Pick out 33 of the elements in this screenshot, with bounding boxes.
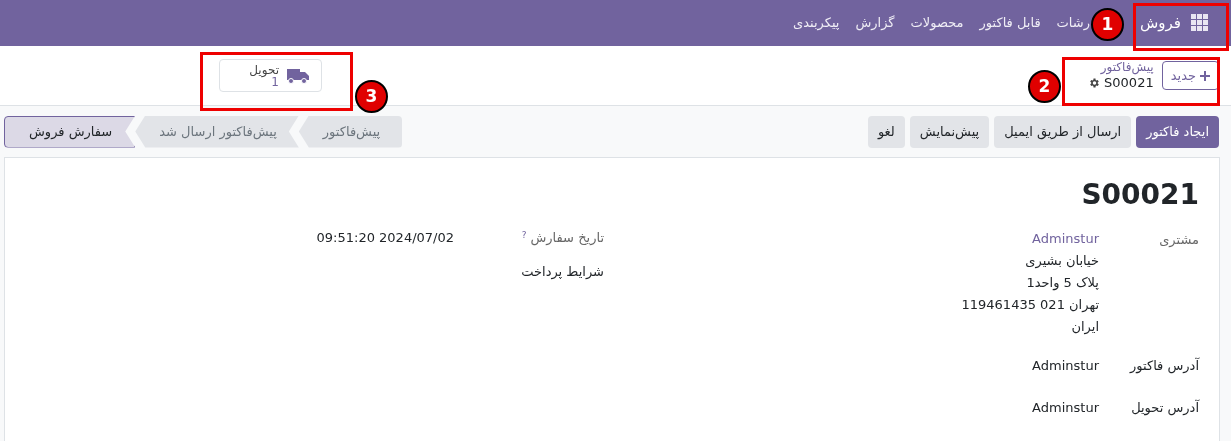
status-stage[interactable]: پیش‌فاکتور (298, 115, 403, 148)
status-stage[interactable]: سفارش فروش (4, 115, 136, 148)
help-tooltip-mark[interactable]: ? (521, 229, 527, 240)
field-label: آدرس فاکتور (1128, 356, 1199, 376)
customer-link[interactable]: Adminstur (961, 228, 1099, 250)
action-button[interactable]: پیش‌نمایش (909, 115, 990, 148)
field-value: Adminstur (1032, 399, 1099, 418)
address-line: تهران 021 119461435 (961, 296, 1099, 314)
breadcrumb-link[interactable]: پیش‌فاکتور (1088, 59, 1154, 75)
field-label: شرایط پرداخت (521, 262, 604, 281)
action-button[interactable]: ارسال از طریق ایمیل (994, 115, 1132, 148)
menu-item[interactable]: رشات (1056, 13, 1090, 33)
action-button[interactable]: ایجاد فاکتور (1136, 115, 1219, 148)
address-line: خیابان بشیری (1024, 252, 1099, 271)
record-name: S00021 (1104, 74, 1154, 92)
action-button[interactable]: لغو (867, 115, 905, 148)
address-line: پلاک 5 واحد1 (1025, 274, 1099, 293)
menu-item[interactable]: قابل فاکتور (979, 13, 1041, 33)
address-line: ایران (1070, 318, 1099, 337)
date-value: 2024/07/02 09:51:20 (316, 229, 454, 247)
smart-button-label: تحویل (249, 63, 279, 76)
field-label: تاریخ سفارش $^{?}$ (520, 228, 604, 248)
field-value: Adminstur (1032, 357, 1099, 376)
menu-item[interactable]: گزارش (855, 13, 895, 33)
status-stage[interactable]: پیش‌فاکتور ارسال شد (135, 115, 299, 148)
app-name[interactable]: فروش (1140, 11, 1181, 35)
field-label: مشتری (1158, 231, 1199, 249)
smart-button-count: 1 (271, 75, 279, 88)
field-label: آدرس تحویل (1130, 398, 1199, 418)
record-title: S00021 (1080, 177, 1199, 213)
new-button[interactable]: جدید (1161, 61, 1219, 90)
menu-item[interactable]: پیکربندی (793, 13, 840, 33)
menu-item[interactable]: محصولات (910, 13, 964, 33)
